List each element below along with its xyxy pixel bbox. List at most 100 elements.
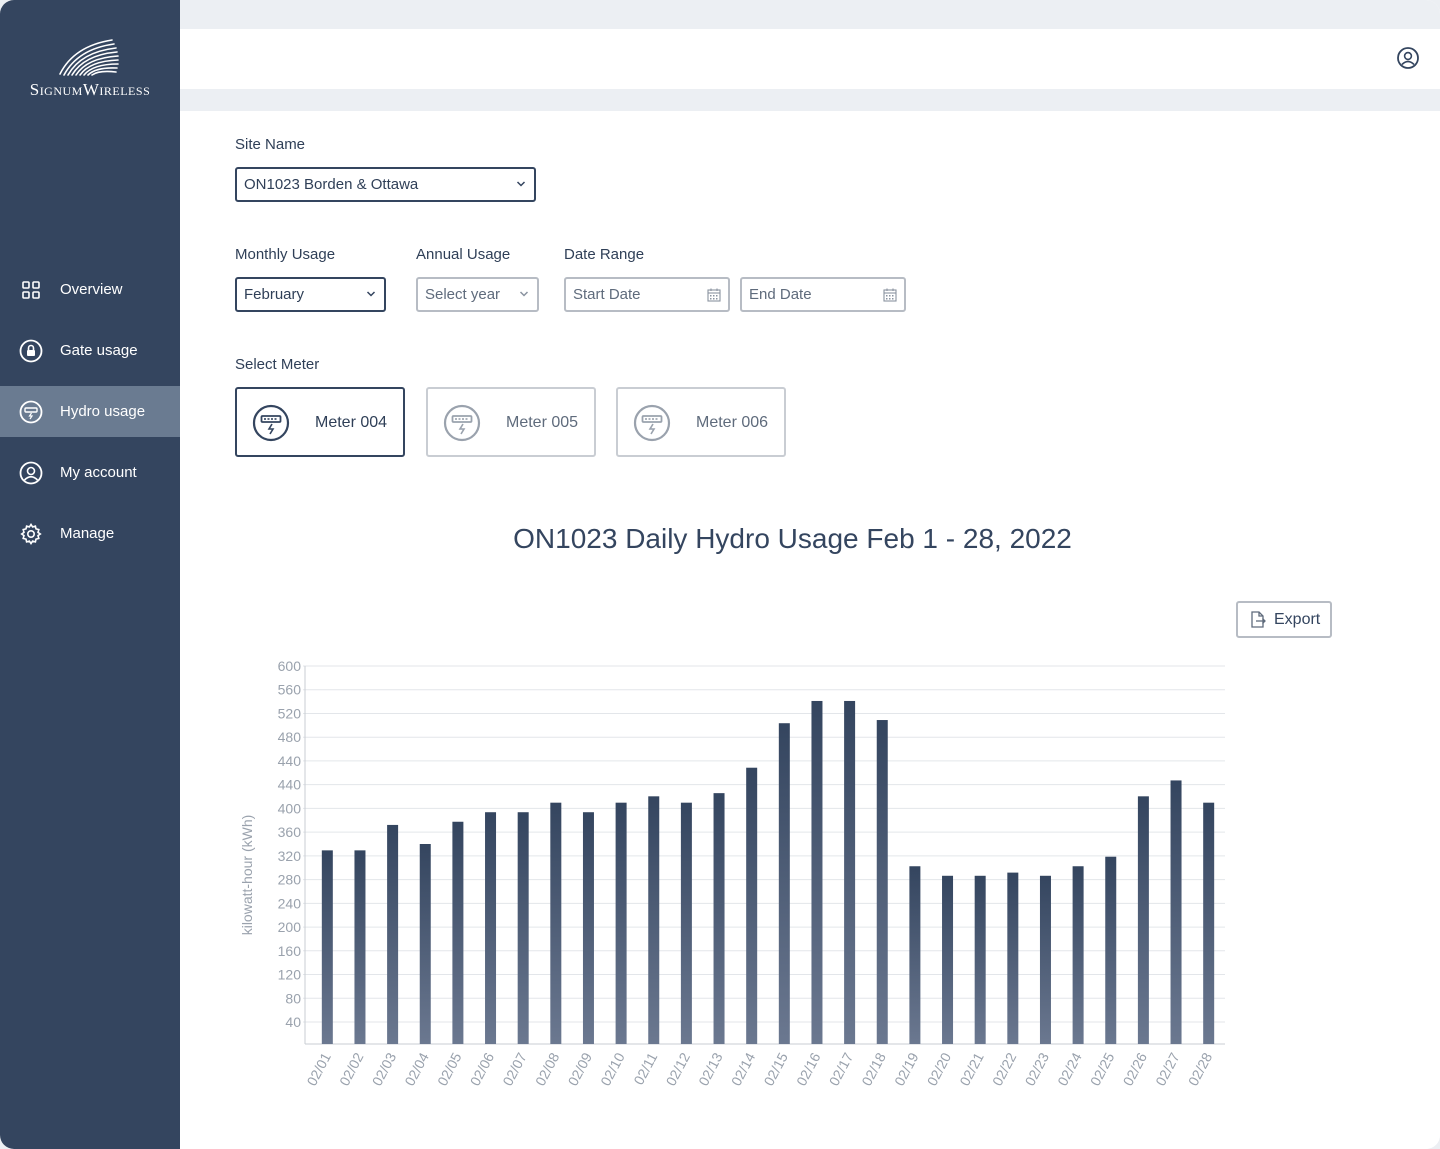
bar-02-16[interactable]	[811, 700, 823, 1044]
year-select-placeholder: Select year	[425, 286, 501, 303]
x-tick-label: 02/27	[1152, 1050, 1183, 1089]
gear-icon	[18, 521, 44, 547]
grid-icon	[18, 277, 44, 303]
brand-name: SignumWireless	[29, 80, 151, 99]
chart-title: ON1023 Daily Hydro Usage Feb 1 - 28, 202…	[513, 523, 1072, 554]
sidebar-item-manage[interactable]: Manage	[0, 508, 180, 559]
x-tick-label: 02/21	[956, 1050, 987, 1089]
start-date-input[interactable]: Start Date	[564, 277, 730, 312]
chevron-down-icon	[519, 291, 529, 297]
bar-02-05[interactable]	[452, 821, 464, 1044]
x-tick-label: 02/23	[1022, 1050, 1053, 1089]
site-select-value: ON1023 Borden & Ottawa	[244, 176, 419, 193]
user-circle-icon	[18, 460, 44, 486]
bar-02-07[interactable]	[517, 812, 529, 1044]
month-select[interactable]: February	[235, 277, 386, 312]
y-tick-label: 320	[278, 848, 302, 864]
bar-02-02[interactable]	[354, 850, 366, 1044]
bar-02-12[interactable]	[680, 802, 692, 1044]
bar-02-28[interactable]	[1203, 802, 1215, 1044]
x-tick-label: 02/18	[858, 1050, 889, 1089]
meter-icon	[18, 399, 44, 425]
bar-02-09[interactable]	[582, 812, 594, 1044]
user-circle-icon[interactable]	[1396, 46, 1420, 70]
x-tick-label: 02/10	[597, 1050, 628, 1089]
y-tick-label: 240	[278, 895, 302, 911]
sidebar-item-label: Gate usage	[60, 342, 138, 359]
year-select[interactable]: Select year	[416, 277, 539, 312]
y-tick-label: 440	[278, 753, 302, 769]
bar-02-15[interactable]	[778, 723, 790, 1044]
x-tick-label: 02/03	[369, 1050, 400, 1089]
meter-card-004[interactable]: Meter 004	[235, 387, 405, 457]
y-tick-label: 80	[285, 990, 301, 1006]
bar-02-19[interactable]	[909, 866, 921, 1044]
sidebar-item-label: Manage	[60, 525, 115, 542]
end-date-input[interactable]: End Date	[740, 277, 906, 312]
bar-02-01[interactable]	[321, 850, 333, 1044]
monthly-usage-label: Monthly Usage	[235, 246, 336, 263]
x-tick-label: 02/09	[565, 1050, 596, 1089]
x-tick-label: 02/04	[401, 1050, 432, 1089]
calendar-icon	[883, 288, 897, 302]
x-tick-label: 02/05	[434, 1050, 465, 1089]
site-select[interactable]: ON1023 Borden & Ottawa	[235, 167, 536, 202]
x-tick-label: 02/16	[793, 1050, 824, 1089]
header-bar	[180, 29, 1440, 89]
sidebar-item-overview[interactable]: Overview	[0, 264, 180, 315]
bar-02-25[interactable]	[1105, 856, 1117, 1044]
bar-02-20[interactable]	[942, 875, 954, 1044]
bar-02-18[interactable]	[876, 720, 888, 1044]
top-band	[180, 0, 1440, 29]
sidebar-item-hydro-usage[interactable]: Hydro usage	[0, 386, 180, 437]
start-date-placeholder: Start Date	[573, 286, 641, 303]
meter-label: Meter 006	[696, 414, 769, 431]
app-window: SignumWireless Overview Gate usage Hydro…	[0, 0, 1440, 1149]
export-button[interactable]: Export	[1236, 601, 1332, 638]
sidebar-item-gate-usage[interactable]: Gate usage	[0, 325, 180, 376]
y-tick-label: 600	[278, 658, 302, 674]
sidebar: SignumWireless Overview Gate usage Hydro…	[0, 0, 180, 1149]
bar-02-27[interactable]	[1170, 780, 1182, 1044]
y-tick-label: 560	[278, 682, 302, 698]
bar-02-23[interactable]	[1039, 875, 1051, 1044]
bar-02-24[interactable]	[1072, 866, 1084, 1044]
sidebar-item-label: My account	[60, 464, 137, 481]
x-tick-label: 02/24	[1054, 1050, 1085, 1089]
bar-02-26[interactable]	[1137, 796, 1149, 1044]
x-tick-label: 02/25	[1087, 1050, 1118, 1089]
export-icon	[1251, 610, 1266, 628]
meter-icon	[633, 404, 671, 442]
bar-02-06[interactable]	[485, 812, 497, 1044]
x-tick-label: 02/11	[630, 1050, 660, 1088]
y-tick-label: 440	[278, 777, 302, 793]
y-tick-label: 120	[278, 967, 302, 983]
bar-02-04[interactable]	[419, 844, 431, 1044]
bar-02-21[interactable]	[974, 875, 986, 1044]
bar-02-11[interactable]	[648, 796, 660, 1044]
x-tick-label: 02/17	[826, 1050, 857, 1089]
date-range-label: Date Range	[564, 246, 645, 263]
bar-02-13[interactable]	[713, 793, 725, 1044]
brand-logo: SignumWireless	[0, 36, 180, 100]
x-tick-label: 02/20	[924, 1050, 955, 1089]
x-tick-label: 02/15	[760, 1050, 791, 1089]
bar-02-14[interactable]	[746, 767, 758, 1044]
sidebar-item-my-account[interactable]: My account	[0, 447, 180, 498]
y-tick-label: 480	[278, 729, 302, 745]
bar-02-22[interactable]	[1007, 872, 1019, 1044]
y-tick-label: 280	[278, 872, 302, 888]
bar-02-10[interactable]	[615, 802, 627, 1044]
meter-card-006[interactable]: Meter 006	[616, 387, 786, 457]
x-tick-label: 02/19	[891, 1050, 922, 1089]
usage-bar-chart: 40 80 120 160 200 240 280 320 360 400 440 440 480 520…	[239, 658, 1225, 1089]
meter-label: Meter 004	[315, 414, 388, 431]
bar-02-08[interactable]	[550, 802, 562, 1044]
site-name-label: Site Name	[235, 136, 306, 153]
meter-card-005[interactable]: Meter 005	[426, 387, 596, 457]
meter-icon	[443, 404, 481, 442]
bar-02-17[interactable]	[844, 700, 856, 1044]
chevron-down-icon	[516, 181, 526, 187]
bar-02-03[interactable]	[387, 824, 399, 1044]
header-divider	[180, 89, 1440, 111]
